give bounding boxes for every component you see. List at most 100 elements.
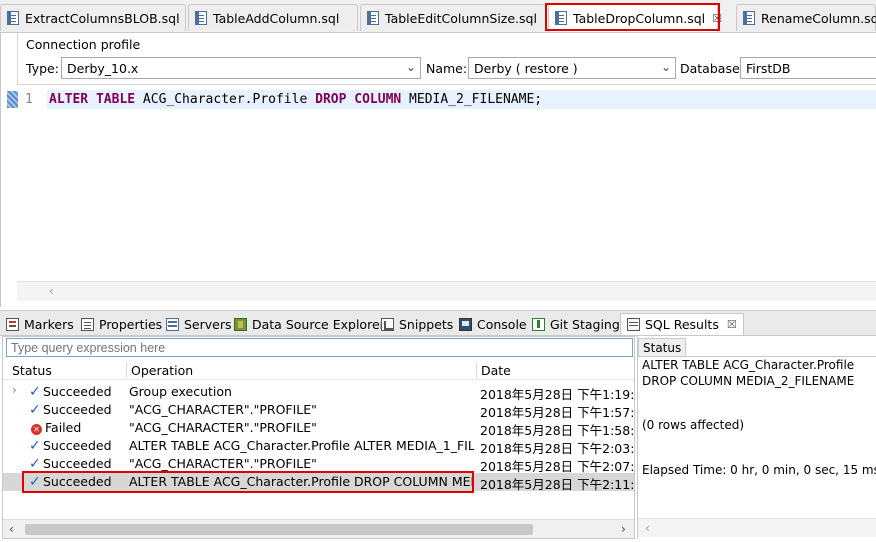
tab-sql-results[interactable]: SQL Results ☒ <box>620 313 744 335</box>
data-source-explorer-icon <box>234 317 247 331</box>
sql-results-history: Status Operation Date › ✓Succeeded Group… <box>2 336 635 539</box>
git-staging-icon <box>532 317 545 331</box>
operation-column-header[interactable]: Operation <box>131 363 193 378</box>
change-marker-icon <box>7 91 18 108</box>
tab-status[interactable]: Status <box>638 338 687 357</box>
status-text: Succeeded <box>43 456 112 471</box>
operation-cell: "ACG_CHARACTER"."PROFILE" <box>129 456 317 471</box>
check-icon: ✓ <box>29 438 41 453</box>
tab-label: RenameColumn.sql <box>761 10 876 26</box>
keyword-alter-table: ALTER TABLE <box>49 92 136 107</box>
operation-cell: ALTER TABLE ACG_Character.Profile ALTER … <box>129 438 474 453</box>
date-cell: 2018年5月28日 下午2:11:59 <box>480 477 634 492</box>
status-column-header[interactable]: Status <box>12 363 52 378</box>
status-text: Failed <box>45 420 82 435</box>
database-label: Database: <box>680 61 744 76</box>
properties-icon <box>81 317 94 331</box>
type-dropdown[interactable]: Derby_10.x ⌄ <box>61 57 421 79</box>
editor-horizontal-scrollbar[interactable]: ‹ <box>17 281 876 301</box>
error-icon: ✕ <box>31 424 42 435</box>
servers-icon <box>166 317 179 331</box>
scroll-left-icon[interactable]: ‹ <box>49 284 54 298</box>
table-row[interactable]: ✓ Succeeded ALTER TABLE ACG_Character.Pro… <box>3 437 634 456</box>
status-statement-line2: DROP COLUMN MEDIA_2_FILENAME <box>642 374 855 388</box>
tab-properties[interactable]: Properties <box>81 313 162 335</box>
scroll-left-icon[interactable]: ‹ <box>9 522 14 536</box>
sql-statement: ALTER TABLE ACG_Character.Profile DROP C… <box>49 92 542 107</box>
editor-tab-tableeditcolumnsize[interactable]: TableEditColumnSize.sql <box>360 4 546 31</box>
close-tab-icon[interactable]: ☒ <box>727 318 737 331</box>
markers-icon <box>6 317 19 331</box>
close-tab-icon[interactable]: ☒ <box>712 12 722 25</box>
sql-results-icon <box>627 318 640 331</box>
database-field[interactable]: FirstDB <box>740 57 876 79</box>
line-number: 1 <box>25 92 33 107</box>
tab-markers[interactable]: Markers <box>6 313 74 335</box>
tab-data-source-explorer[interactable]: Data Source Explorer <box>234 313 385 335</box>
rows-affected-text: (0 rows affected) <box>642 418 745 432</box>
connection-profile-group: Connection profile Type: Derby_10.x ⌄ Na… <box>17 33 876 85</box>
tab-label: TableAddColumn.sql <box>213 10 340 26</box>
results-horizontal-scrollbar[interactable]: ‹ › <box>3 519 634 538</box>
elapsed-time-text: Elapsed Time: 0 hr, 0 min, 0 sec, 15 ms. <box>642 463 876 477</box>
chevron-down-icon: ⌄ <box>660 60 671 74</box>
scroll-right-icon[interactable]: › <box>621 522 626 536</box>
editor-tab-renamecolumn[interactable]: RenameColumn.sql <box>736 4 876 31</box>
status-cell: ✓ Succeeded <box>29 456 126 471</box>
table-row[interactable]: ✕ Failed "ACG_CHARACTER"."PROFILE" 2018年5… <box>3 419 634 438</box>
type-value: Derby_10.x <box>67 61 139 76</box>
tab-label: TableDropColumn.sql <box>573 10 706 26</box>
code-area[interactable]: 1 ALTER TABLE ACG_Character.Profile DROP… <box>7 88 876 281</box>
tab-label: SQL Results <box>645 317 719 332</box>
expand-arrow-icon[interactable]: › <box>12 383 17 397</box>
column-divider[interactable] <box>476 362 477 378</box>
query-expression-input[interactable] <box>6 338 633 357</box>
results-table-header: Status Operation Date <box>3 360 634 380</box>
type-label: Type: <box>26 61 59 76</box>
table-name: ACG_Character.Profile <box>142 92 308 107</box>
status-text: Succeeded <box>43 474 112 489</box>
column-name: MEDIA_2_FILENAME; <box>409 92 543 107</box>
sql-file-icon <box>7 11 19 25</box>
status-horizontal-scrollbar[interactable]: ‹ <box>638 518 876 537</box>
name-dropdown[interactable]: Derby ( restore ) ⌄ <box>468 57 676 79</box>
tab-console[interactable]: Console <box>459 313 527 335</box>
status-cell: ✓ Succeeded <box>29 384 126 399</box>
table-row[interactable]: ✓ Succeeded "ACG_CHARACTER"."PROFILE" 201… <box>3 401 634 420</box>
status-cell: ✓ Succeeded <box>29 438 126 453</box>
editor-tab-tableaddcolumn[interactable]: TableAddColumn.sql <box>188 4 358 31</box>
tab-snippets[interactable]: Snippets <box>381 313 453 335</box>
tab-label: Markers <box>24 316 74 332</box>
editor-tab-tabledropcolumn[interactable]: TableDropColumn.sql ☒ <box>548 3 722 32</box>
sql-editor: Connection profile Type: Derby_10.x ⌄ Na… <box>0 33 876 307</box>
date-column-header[interactable]: Date <box>481 363 511 378</box>
status-panel: Status ALTER TABLE ACG_Character.Profile… <box>637 336 876 539</box>
check-icon: ✓ <box>29 474 41 489</box>
scrollbar-thumb[interactable] <box>25 524 533 535</box>
editor-tab-extractcolumnsblob[interactable]: ExtractColumnsBLOB.sql <box>0 4 186 31</box>
column-divider[interactable] <box>126 362 127 378</box>
keyword-drop-column: DROP COLUMN <box>315 92 402 107</box>
sql-file-icon <box>367 11 379 25</box>
connection-profile-title: Connection profile <box>26 37 141 52</box>
table-row-selected[interactable]: ✓ Succeeded ALTER TABLE ACG_Character.Pro… <box>3 473 634 492</box>
table-row[interactable]: › ✓ Succeeded Group execution 2018年5月28日 … <box>3 383 634 402</box>
status-text: Succeeded <box>43 438 112 453</box>
check-icon: ✓ <box>29 384 41 399</box>
sql-file-icon <box>743 11 755 25</box>
tab-servers[interactable]: Servers <box>166 313 232 335</box>
tab-label: Properties <box>99 316 163 332</box>
status-cell: ✕ Failed <box>31 420 126 435</box>
status-text: Succeeded <box>43 402 112 417</box>
table-row[interactable]: ✓ Succeeded "ACG_CHARACTER"."PROFILE" 201… <box>3 455 634 474</box>
operation-cell: "ACG_CHARACTER"."PROFILE" <box>129 420 317 435</box>
database-value: FirstDB <box>746 61 791 76</box>
tab-label: Data Source Explorer <box>252 316 385 332</box>
tab-label: Git Staging <box>550 316 620 332</box>
views-tab-bar: Markers Properties Servers Data Source E… <box>0 310 876 336</box>
operation-cell: ALTER TABLE ACG_Character.Profile DROP C… <box>129 474 474 489</box>
scroll-left-icon[interactable]: ‹ <box>645 521 650 535</box>
tab-git-staging[interactable]: Git Staging <box>532 313 620 335</box>
operation-cell: "ACG_CHARACTER"."PROFILE" <box>129 402 317 417</box>
tab-label: Console <box>477 316 527 332</box>
